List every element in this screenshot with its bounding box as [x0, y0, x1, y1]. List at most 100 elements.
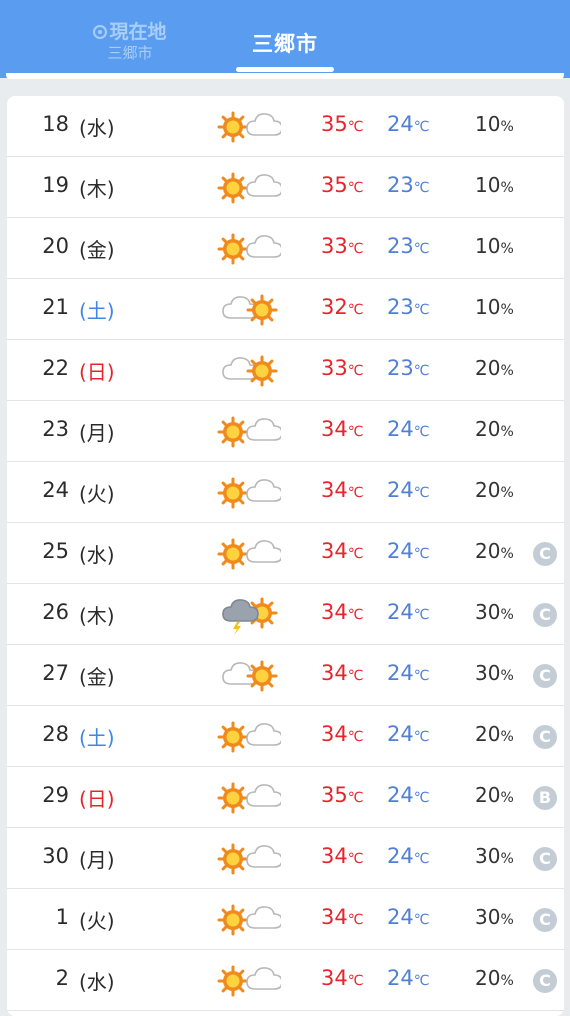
date-day: 1 [55, 905, 69, 929]
cloud-sun-icon [215, 656, 281, 696]
date-day: 18 [42, 112, 69, 136]
high-temp: 35℃ [321, 112, 364, 136]
reliability-badge: B [533, 786, 557, 810]
precip-chance: 20% [475, 783, 514, 807]
precip-chance: 20% [475, 356, 514, 380]
day-of-week: (水) [79, 970, 115, 994]
high-temp: 35℃ [321, 783, 364, 807]
day-of-week: (日) [79, 360, 115, 384]
high-temp: 33℃ [321, 234, 364, 258]
day-of-week: (金) [79, 665, 115, 689]
sun-cloud-icon [215, 229, 283, 269]
date-day: 25 [42, 539, 69, 563]
low-temp: 23℃ [387, 295, 430, 319]
header-edge [6, 73, 564, 79]
cloud-sun-icon [215, 351, 281, 391]
sun-cloud-icon [215, 961, 283, 1001]
low-temp: 24℃ [387, 417, 430, 441]
day-of-week: (月) [79, 421, 115, 445]
high-temp: 34℃ [321, 905, 364, 929]
tab-current-location-sublabel: 三郷市 [107, 44, 153, 62]
precip-chance: 20% [475, 722, 514, 746]
sun-cloud-icon [215, 412, 283, 452]
precip-chance: 30% [475, 905, 514, 929]
reliability-badge: C [533, 542, 557, 566]
precip-chance: 10% [475, 112, 514, 136]
day-of-week: (火) [79, 909, 115, 933]
low-temp: 23℃ [387, 356, 430, 380]
day-of-week: (月) [79, 848, 115, 872]
forecast-row[interactable]: 27 (金) 34℃ 24℃ 30% C [7, 645, 564, 706]
forecast-row[interactable]: 24 (火) 34℃ 24℃ 20% [7, 462, 564, 523]
precip-chance: 30% [475, 600, 514, 624]
high-temp: 34℃ [321, 722, 364, 746]
precip-chance: 30% [475, 661, 514, 685]
day-of-week: (木) [79, 177, 115, 201]
low-temp: 24℃ [387, 966, 430, 990]
cloud-sun-icon [215, 290, 281, 330]
day-of-week: (水) [79, 116, 115, 140]
sun-cloud-icon [215, 107, 283, 147]
reliability-badge: C [533, 725, 557, 749]
day-of-week: (土) [79, 299, 115, 323]
forecast-row[interactable]: 1 (火) 34℃ 24℃ 30% C [7, 889, 564, 950]
reliability-badge: C [533, 603, 557, 627]
tab-current-location-label: 現在地 [109, 21, 167, 43]
forecast-row[interactable]: 2 (水) 34℃ 24℃ 20% C [7, 950, 564, 1011]
forecast-row[interactable]: 20 (金) 33℃ 23℃ 10% [7, 218, 564, 279]
date-day: 30 [42, 844, 69, 868]
forecast-row[interactable]: 18 (水) 35℃ 24℃ 10% [7, 96, 564, 157]
date-day: 28 [42, 722, 69, 746]
low-temp: 24℃ [387, 783, 430, 807]
active-tab-indicator [236, 67, 334, 72]
sun-cloud-icon [215, 168, 283, 208]
reliability-badge: C [533, 664, 557, 688]
sun-cloud-icon [215, 839, 283, 879]
date-day: 24 [42, 478, 69, 502]
date-day: 2 [55, 966, 69, 990]
sun-cloud-icon [215, 778, 283, 818]
forecast-row[interactable]: 26 (木) 34℃ 24℃ 30% C [7, 584, 564, 645]
high-temp: 34℃ [321, 600, 364, 624]
forecast-row[interactable]: 30 (月) 34℃ 24℃ 30% C [7, 828, 564, 889]
forecast-row[interactable]: 22 (日) 33℃ 23℃ 20% [7, 340, 564, 401]
date-day: 23 [42, 417, 69, 441]
day-of-week: (木) [79, 604, 115, 628]
date-day: 20 [42, 234, 69, 258]
sun-cloud-icon [215, 473, 283, 513]
forecast-row[interactable]: 19 (木) 35℃ 23℃ 10% [7, 157, 564, 218]
forecast-list: 18 (水) 35℃ 24℃ 10% 19 (木) 35℃ 23℃ 10% 20 (金) 33℃ 23℃ 1… [7, 96, 564, 1016]
precip-chance: 20% [475, 966, 514, 990]
high-temp: 35℃ [321, 173, 364, 197]
high-temp: 34℃ [321, 539, 364, 563]
low-temp: 24℃ [387, 539, 430, 563]
low-temp: 24℃ [387, 905, 430, 929]
location-icon [93, 25, 108, 39]
high-temp: 32℃ [321, 295, 364, 319]
sun-cloud-icon [215, 534, 283, 574]
header-bar: 現在地 三郷市 三郷市 [0, 0, 570, 78]
thunder-sun-icon [215, 595, 281, 635]
forecast-row[interactable]: 29 (日) 35℃ 24℃ 20% B [7, 767, 564, 828]
sun-cloud-icon [215, 900, 283, 940]
tab-city[interactable]: 三郷市 [236, 28, 334, 58]
low-temp: 23℃ [387, 234, 430, 258]
reliability-badge: C [533, 908, 557, 932]
tab-current-location[interactable]: 現在地 三郷市 [84, 20, 176, 62]
forecast-row[interactable]: 21 (土) 32℃ 23℃ 10% [7, 279, 564, 340]
precip-chance: 10% [475, 295, 514, 319]
high-temp: 34℃ [321, 478, 364, 502]
day-of-week: (金) [79, 238, 115, 262]
precip-chance: 10% [475, 234, 514, 258]
forecast-row[interactable]: 23 (月) 34℃ 24℃ 20% [7, 401, 564, 462]
date-day: 19 [42, 173, 69, 197]
low-temp: 23℃ [387, 173, 430, 197]
low-temp: 24℃ [387, 722, 430, 746]
date-day: 21 [42, 295, 69, 319]
date-day: 22 [42, 356, 69, 380]
reliability-badge: C [533, 969, 557, 993]
low-temp: 24℃ [387, 844, 430, 868]
forecast-row[interactable]: 25 (水) 34℃ 24℃ 20% C [7, 523, 564, 584]
low-temp: 24℃ [387, 600, 430, 624]
forecast-row[interactable]: 28 (土) 34℃ 24℃ 20% C [7, 706, 564, 767]
